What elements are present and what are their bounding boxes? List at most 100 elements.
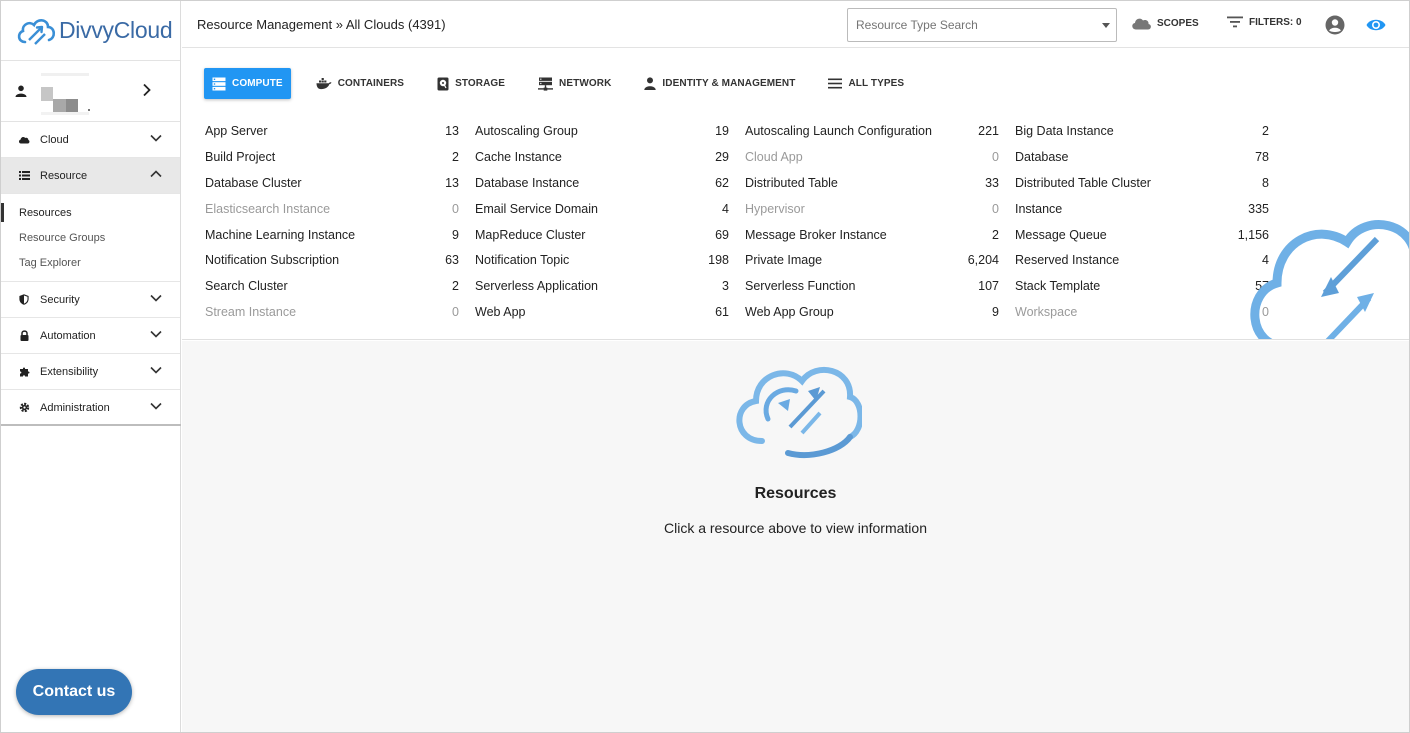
resource-type-name: Build Project [205, 149, 276, 164]
nav-automation[interactable]: Automation [1, 318, 180, 354]
resource-type-row[interactable]: Instance 335 [1015, 196, 1285, 222]
nav-administration[interactable]: Administration [1, 390, 180, 426]
dropdown-caret-icon[interactable] [1102, 23, 1110, 28]
resource-type-row[interactable]: Private Image 6,204 [745, 247, 1015, 273]
resource-type-row[interactable]: Workspace 0 [1015, 299, 1285, 325]
resource-type-name: MapReduce Cluster [475, 227, 586, 242]
sub-item-resource-groups[interactable]: Resource Groups [1, 225, 180, 250]
resource-submenu: Resources Resource Groups Tag Explorer [1, 194, 180, 282]
sub-item-label: Resource Groups [19, 231, 106, 244]
tab-all-types[interactable]: ALL TYPES [820, 68, 912, 99]
tab-identity-management[interactable]: IDENTITY & MANAGEMENT [636, 68, 803, 99]
divvycloud-logo-icon [17, 18, 56, 45]
tab-storage[interactable]: STORAGE [429, 68, 513, 99]
tab-containers[interactable]: CONTAINERS [308, 68, 412, 99]
resource-type-name: Machine Learning Instance [205, 227, 356, 242]
resource-type-row[interactable]: Database 78 [1015, 144, 1285, 170]
resource-type-row[interactable]: Email Service Domain 4 [475, 196, 745, 222]
resource-type-row[interactable]: Reserved Instance 4 [1015, 247, 1285, 273]
nav-cloud[interactable]: Cloud [1, 122, 180, 158]
resource-column-1: App Server 13 Build Project 2 Database Clust… [205, 118, 475, 325]
resource-type-count: 13 [445, 123, 459, 138]
resource-type-name: Database Instance [475, 175, 580, 190]
resources-cloud-icon [736, 366, 862, 459]
resource-type-row[interactable]: Web App Group 9 [745, 299, 1015, 325]
resource-type-row[interactable]: Hypervisor 0 [745, 196, 1015, 222]
nav-security[interactable]: Security [1, 282, 180, 318]
resource-type-name: Notification Topic [475, 253, 570, 268]
nav-resource[interactable]: Resource [1, 158, 180, 194]
tab-label: ALL TYPES [848, 78, 905, 89]
resource-type-search[interactable] [847, 8, 1117, 42]
resource-type-name: Elasticsearch Instance [205, 201, 331, 216]
disk-icon [437, 77, 449, 90]
user-switcher[interactable] [1, 61, 180, 122]
tab-label: CONTAINERS [337, 78, 405, 89]
tab-label: COMPUTE [232, 78, 283, 89]
resource-type-row[interactable]: Machine Learning Instance 9 [205, 222, 475, 248]
resource-type-row[interactable]: Distributed Table 33 [745, 170, 1015, 196]
resource-type-row[interactable]: Distributed Table Cluster 8 [1015, 170, 1285, 196]
resource-type-name: Email Service Domain [475, 201, 598, 216]
shield-icon [18, 294, 30, 306]
resource-type-count: 0 [452, 305, 459, 320]
resource-type-row[interactable]: Build Project 2 [205, 144, 475, 170]
resource-type-name: Autoscaling Group [475, 123, 578, 138]
resource-type-row[interactable]: Web App 61 [475, 299, 745, 325]
resource-type-row[interactable]: Elasticsearch Instance 0 [205, 196, 475, 222]
category-tabs: COMPUTE CONTAINERS STORAGE NETWORK IDENT… [204, 68, 929, 99]
menu-icon [828, 78, 843, 89]
resource-type-count: 335 [1248, 201, 1269, 216]
account-circle-icon[interactable] [1325, 15, 1345, 35]
resource-type-row[interactable]: Cloud App 0 [745, 144, 1015, 170]
resource-type-row[interactable]: Big Data Instance 2 [1015, 118, 1285, 144]
resource-type-count: 78 [1255, 149, 1269, 164]
logo[interactable]: DivvyCloud [1, 1, 180, 61]
resource-type-row[interactable]: Serverless Function 107 [745, 273, 1015, 299]
resource-type-count: 6,204 [967, 253, 999, 268]
nav-automation-label: Automation [40, 329, 96, 342]
resource-type-row[interactable]: Database Instance 62 [475, 170, 745, 196]
resource-type-row[interactable]: Stream Instance 0 [205, 299, 475, 325]
resource-column-2: Autoscaling Group 19 Cache Instance 29 Datab… [475, 118, 745, 325]
resource-type-count: 61 [715, 305, 729, 320]
resource-type-row[interactable]: Autoscaling Launch Configuration 221 [745, 118, 1015, 144]
resource-type-row[interactable]: Database Cluster 13 [205, 170, 475, 196]
chevron-down-icon [150, 402, 162, 410]
resource-type-name: Message Queue [1015, 227, 1107, 242]
tab-network[interactable]: NETWORK [530, 68, 619, 99]
docker-icon [316, 77, 332, 89]
tab-compute[interactable]: COMPUTE [204, 68, 291, 99]
resource-type-count: 29 [715, 149, 729, 164]
resource-type-row[interactable]: Notification Subscription 63 [205, 247, 475, 273]
resource-type-row[interactable]: Cache Instance 29 [475, 144, 745, 170]
resource-type-row[interactable]: Search Cluster 2 [205, 273, 475, 299]
resource-type-row[interactable]: Notification Topic 198 [475, 247, 745, 273]
resource-type-name: Instance [1015, 201, 1063, 216]
contact-us-button[interactable]: Contact us [16, 669, 132, 715]
sub-item-tag-explorer[interactable]: Tag Explorer [1, 250, 180, 275]
sub-item-resources[interactable]: Resources [1, 200, 180, 225]
search-input[interactable] [848, 9, 1088, 41]
nav-extensibility-label: Extensibility [40, 365, 99, 378]
sub-item-label: Tag Explorer [19, 256, 81, 269]
resource-type-name: Message Broker Instance [745, 227, 887, 242]
resource-type-row[interactable]: Message Queue 1,156 [1015, 222, 1285, 248]
resource-type-row[interactable]: Stack Template 57 [1015, 273, 1285, 299]
resource-type-row[interactable]: Message Broker Instance 2 [745, 222, 1015, 248]
eye-icon[interactable] [1366, 18, 1386, 32]
resource-type-row[interactable]: MapReduce Cluster 69 [475, 222, 745, 248]
resource-type-name: Notification Subscription [205, 253, 340, 268]
resource-type-count: 221 [978, 123, 999, 138]
scopes-button[interactable]: SCOPES [1131, 16, 1199, 30]
filters-button[interactable]: FILTERS: 0 [1226, 16, 1302, 28]
tab-label: STORAGE [455, 78, 506, 89]
resource-type-count: 0 [452, 201, 459, 216]
resource-type-row[interactable]: Autoscaling Group 19 [475, 118, 745, 144]
resource-type-name: Hypervisor [745, 201, 805, 216]
nav-extensibility[interactable]: Extensibility [1, 354, 180, 390]
resource-type-row[interactable]: Serverless Application 3 [475, 273, 745, 299]
nav-administration-label: Administration [40, 401, 110, 414]
puzzle-icon [18, 366, 30, 378]
resource-type-row[interactable]: App Server 13 [205, 118, 475, 144]
